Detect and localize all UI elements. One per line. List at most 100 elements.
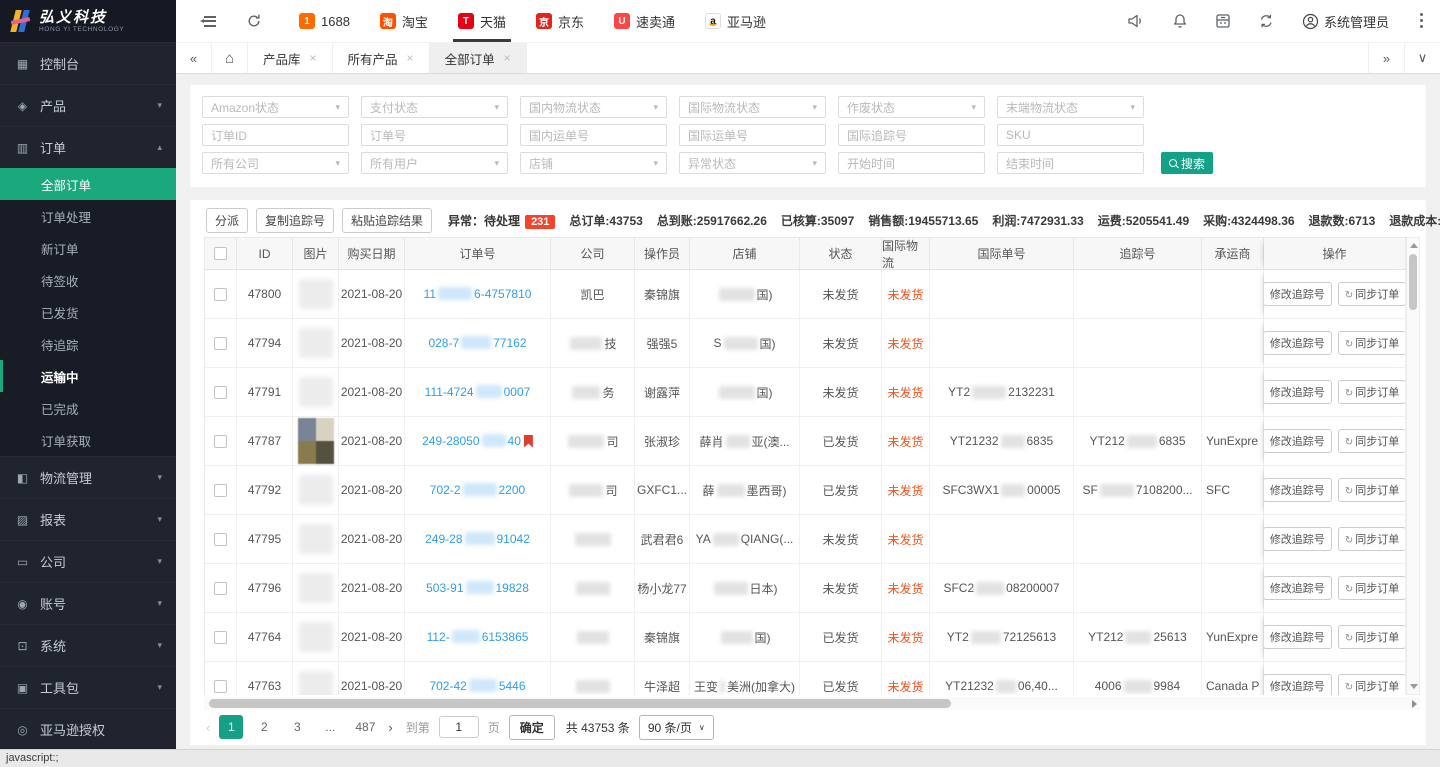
filter-shop[interactable]: 店铺▾ [520, 152, 667, 174]
sidebar-item-order-new[interactable]: 新订单 [0, 232, 176, 264]
sidebar-item-account[interactable]: ◉账号▾ [0, 582, 176, 624]
goto-confirm-button[interactable]: 确定 [509, 715, 555, 740]
filter-start-time[interactable]: 开始时间 [838, 152, 985, 174]
sync-order-button[interactable]: ↻同步订单 [1338, 527, 1406, 551]
filter-void-status[interactable]: 作废状态▾ [838, 96, 985, 118]
page-number-3[interactable]: 3 [285, 715, 309, 739]
sidebar-item-system[interactable]: ⊡系统▾ [0, 624, 176, 666]
page-number-2[interactable]: 2 [252, 715, 276, 739]
order-number-link[interactable]: 028-777162 [428, 336, 526, 350]
sidebar-item-toolkit[interactable]: ▣工具包▾ [0, 666, 176, 708]
order-number-link[interactable]: 249-2891042 [425, 532, 530, 546]
sidebar-item-order-all[interactable]: 全部订单 [0, 168, 176, 200]
sync-order-button[interactable]: ↻同步订单 [1338, 478, 1406, 502]
sidebar-item-dashboard[interactable]: ▦控制台 [0, 42, 176, 84]
vertical-scroll-thumb[interactable] [1409, 254, 1417, 310]
sync-order-button[interactable]: ↻同步订单 [1338, 674, 1406, 695]
apps-grid-icon[interactable] [1215, 13, 1231, 29]
goto-page-input[interactable]: 1 [439, 716, 479, 738]
filter-sku[interactable]: SKU [997, 124, 1144, 146]
scroll-down-icon[interactable] [1410, 684, 1418, 689]
row-checkbox[interactable] [214, 386, 227, 399]
collapse-sidebar-icon[interactable] [200, 16, 216, 27]
order-number-link[interactable]: 112-6153865 [427, 630, 529, 644]
scroll-right-icon[interactable] [1412, 700, 1417, 708]
filter-intl-waybill-no[interactable]: 国际运单号 [679, 124, 826, 146]
prev-page-icon[interactable]: ‹ [206, 720, 210, 735]
page-number-487[interactable]: 487 [351, 715, 379, 739]
platform-tab-aliexpress[interactable]: U速卖通 [599, 0, 690, 42]
row-checkbox[interactable] [214, 533, 227, 546]
edit-tracking-button[interactable]: 修改追踪号 [1264, 380, 1332, 404]
filter-amazon-status[interactable]: Amazon状态▾ [202, 96, 349, 118]
row-checkbox[interactable] [214, 337, 227, 350]
filter-intl-logistics-status[interactable]: 国际物流状态▾ [679, 96, 826, 118]
refresh-icon[interactable] [246, 13, 262, 29]
user-menu[interactable]: 系统管理员 [1302, 12, 1389, 31]
platform-tab-jd[interactable]: 京京东 [521, 0, 599, 42]
sync-order-button[interactable]: ↻同步订单 [1338, 576, 1406, 600]
order-number-link[interactable]: 249-2805040 [422, 434, 521, 448]
sync-order-button[interactable]: ↻同步订单 [1338, 625, 1406, 649]
edit-tracking-button[interactable]: 修改追踪号 [1264, 527, 1332, 551]
sidebar-item-order-shipped[interactable]: 已发货 [0, 296, 176, 328]
home-tab-icon[interactable]: ⌂ [212, 43, 248, 73]
sidebar-item-order-processing[interactable]: 订单处理 [0, 200, 176, 232]
edit-tracking-button[interactable]: 修改追踪号 [1264, 625, 1332, 649]
announcement-icon[interactable] [1127, 13, 1145, 29]
search-button[interactable]: 搜索 [1161, 152, 1213, 174]
sidebar-item-order-in-transit[interactable]: 运输中 [0, 360, 176, 392]
edit-tracking-button[interactable]: 修改追踪号 [1264, 429, 1332, 453]
edit-tracking-button[interactable]: 修改追踪号 [1264, 674, 1332, 695]
filter-all-user[interactable]: 所有用户▾ [361, 152, 508, 174]
sidebar-item-logistics[interactable]: ◧物流管理▾ [0, 456, 176, 498]
filter-all-company[interactable]: 所有公司▾ [202, 152, 349, 174]
horizontal-scroll-thumb[interactable] [209, 699, 951, 708]
next-page-icon[interactable]: › [388, 720, 392, 735]
close-icon[interactable]: × [407, 51, 414, 65]
sync-order-button[interactable]: ↻同步订单 [1338, 331, 1406, 355]
copy-tracking-button[interactable]: 复制追踪号 [256, 208, 334, 233]
filter-end-time[interactable]: 结束时间 [997, 152, 1144, 174]
page-size-select[interactable]: 90 条/页 ∨ [639, 715, 714, 740]
close-icon[interactable]: × [504, 51, 511, 65]
page-number-1[interactable]: 1 [219, 715, 243, 739]
dispatch-button[interactable]: 分派 [206, 208, 248, 233]
edit-tracking-button[interactable]: 修改追踪号 [1264, 282, 1332, 306]
sidebar-item-product[interactable]: ◈产品▾ [0, 84, 176, 126]
vertical-scrollbar[interactable] [1406, 237, 1420, 695]
platform-tab-amazon[interactable]: a亚马逊 [690, 0, 781, 42]
sidebar-item-report[interactable]: ▨报表▾ [0, 498, 176, 540]
edit-tracking-button[interactable]: 修改追踪号 [1264, 576, 1332, 600]
edit-tracking-button[interactable]: 修改追踪号 [1264, 331, 1332, 355]
horizontal-scrollbar[interactable] [204, 697, 1420, 710]
order-number-link[interactable]: 702-22200 [430, 483, 525, 497]
tabs-scroll-right-icon[interactable]: » [1368, 43, 1404, 73]
filter-order-id[interactable]: 订单ID [202, 124, 349, 146]
platform-tab-taobao[interactable]: 淘淘宝 [365, 0, 443, 42]
filter-last-mile-status[interactable]: 末端物流状态▾ [997, 96, 1144, 118]
row-checkbox[interactable] [214, 582, 227, 595]
sync-order-button[interactable]: ↻同步订单 [1338, 380, 1406, 404]
sidebar-item-order-fetch[interactable]: 订单获取 [0, 424, 176, 456]
sidebar-item-order-completed[interactable]: 已完成 [0, 392, 176, 424]
notification-bell-icon[interactable] [1172, 13, 1188, 29]
filter-exception-status[interactable]: 异常状态▾ [679, 152, 826, 174]
tabs-menu-icon[interactable]: ∨ [1404, 43, 1440, 73]
filter-intl-tracking-no[interactable]: 国际追踪号 [838, 124, 985, 146]
paste-tracking-result-button[interactable]: 粘贴追踪结果 [342, 208, 432, 233]
sidebar-item-order-to-receive[interactable]: 待签收 [0, 264, 176, 296]
order-number-link[interactable]: 116-4757810 [424, 287, 532, 301]
close-icon[interactable]: × [310, 51, 317, 65]
row-checkbox[interactable] [214, 631, 227, 644]
platform-tab-tmall[interactable]: T天猫 [443, 0, 521, 42]
row-checkbox[interactable] [214, 484, 227, 497]
row-checkbox[interactable] [214, 680, 227, 693]
order-number-link[interactable]: 503-9119828 [426, 581, 529, 595]
tab-all-orders[interactable]: 全部订单× [430, 43, 527, 73]
sidebar-item-company[interactable]: ▭公司▾ [0, 540, 176, 582]
more-options-icon[interactable] [1420, 13, 1424, 29]
tabs-scroll-left-icon[interactable]: « [176, 43, 212, 73]
sidebar-item-order-to-track[interactable]: 待追踪 [0, 328, 176, 360]
sidebar-item-order[interactable]: ▥订单▴ [0, 126, 176, 168]
